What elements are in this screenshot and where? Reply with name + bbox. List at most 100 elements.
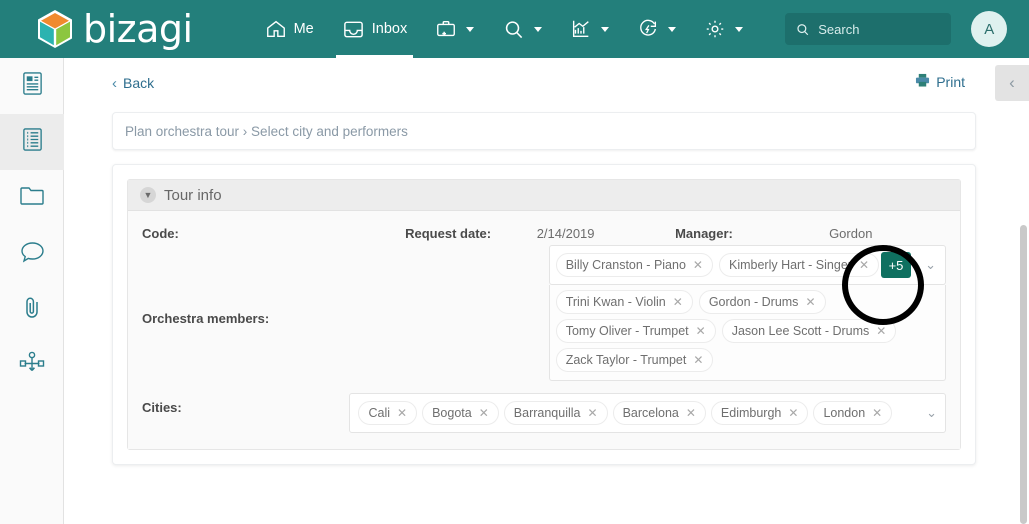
sidebar-item-process[interactable] xyxy=(0,338,64,394)
content-toolbar: ‹ Back Print ‹ xyxy=(64,58,1029,108)
chevron-down-icon[interactable] xyxy=(735,26,744,32)
member-tag-label: Kimberly Hart - Singer xyxy=(728,258,852,272)
bizagi-logo[interactable]: bizagi xyxy=(36,8,193,50)
city-tag[interactable]: Cali ✕ xyxy=(358,401,418,425)
request-date-value: 2/14/2019 xyxy=(536,226,595,241)
left-sidebar xyxy=(0,58,64,524)
search-icon xyxy=(795,22,810,37)
city-tag-label: Cali xyxy=(368,406,391,420)
process-icon xyxy=(19,351,45,381)
remove-tag-icon[interactable]: ✕ xyxy=(397,406,407,420)
city-tag[interactable]: Bogota ✕ xyxy=(422,401,499,425)
remove-tag-icon[interactable]: ✕ xyxy=(805,295,815,309)
member-tag[interactable]: Trini Kwan - Violin ✕ xyxy=(555,290,693,314)
member-tag-label: Tomy Oliver - Trumpet xyxy=(565,324,689,338)
cities-multiselect[interactable]: Cali ✕ Bogota ✕ Barranquilla ✕ Barcelona… xyxy=(349,393,946,433)
city-tag[interactable]: London ✕ xyxy=(813,401,893,425)
member-tag[interactable]: Jason Lee Scott - Drums ✕ xyxy=(721,319,897,343)
remove-tag-icon[interactable]: ✕ xyxy=(479,406,489,420)
form-card: ▼ Tour info Code: Request date: 2/14/201… xyxy=(112,164,976,465)
city-tag-label: London xyxy=(823,406,866,420)
tour-info-panel-header[interactable]: ▼ Tour info xyxy=(128,180,960,211)
avatar-initial: A xyxy=(984,20,995,38)
nav-item-me[interactable]: Me xyxy=(251,0,328,58)
breadcrumb-text: Plan orchestra tour › Select city and pe… xyxy=(125,123,408,139)
nav-item-settings[interactable] xyxy=(690,0,757,58)
gear-icon xyxy=(704,18,726,40)
avatar[interactable]: A xyxy=(971,11,1008,47)
home-icon xyxy=(265,18,287,40)
city-tag-label: Barcelona xyxy=(622,406,679,420)
bizagi-logo-mark xyxy=(36,8,74,50)
vertical-scrollbar[interactable] xyxy=(1020,225,1027,524)
field-row-members: Orchestra members: Billy Cranston - Pian… xyxy=(142,245,946,381)
nav-item-search[interactable] xyxy=(488,0,556,58)
nav-item-analytics[interactable] xyxy=(556,0,623,58)
search-icon xyxy=(502,18,525,41)
cities-input[interactable]: Cali ✕ Bogota ✕ Barranquilla ✕ Barcelona… xyxy=(349,393,946,433)
back-button[interactable]: ‹ Back xyxy=(112,75,154,91)
orchestra-members-multiselect[interactable]: Billy Cranston - Piano ✕ Kimberly Hart -… xyxy=(548,245,946,381)
collapse-panel-button[interactable]: ‹ xyxy=(995,65,1029,101)
chevron-down-icon[interactable] xyxy=(601,26,610,32)
city-tag[interactable]: Barranquilla ✕ xyxy=(503,401,608,425)
comment-icon xyxy=(20,240,45,269)
request-date-label: Request date: xyxy=(405,226,492,241)
member-tag[interactable]: Tomy Oliver - Trumpet ✕ xyxy=(555,319,716,343)
nav-item-me-label: Me xyxy=(293,21,314,37)
nav-item-inbox[interactable]: Inbox xyxy=(328,0,421,58)
member-tag[interactable]: Kimberly Hart - Singer ✕ xyxy=(718,253,879,277)
folder-icon xyxy=(19,184,45,212)
member-tag[interactable]: Zack Taylor - Trumpet ✕ xyxy=(555,348,714,372)
remove-tag-icon[interactable]: ✕ xyxy=(693,353,703,367)
remove-tag-icon[interactable]: ✕ xyxy=(673,295,683,309)
main-content: ‹ Back Print ‹ Plan orchestra tour › Sel… xyxy=(64,58,1029,524)
city-tag-label: Barranquilla xyxy=(513,406,581,420)
remove-tag-icon[interactable]: ✕ xyxy=(876,324,886,338)
sidebar-item-form[interactable] xyxy=(0,58,64,114)
search-input[interactable]: Search xyxy=(785,13,952,45)
member-tag-label: Gordon - Drums xyxy=(708,295,799,309)
remove-tag-icon[interactable]: ✕ xyxy=(872,406,882,420)
city-tag[interactable]: Edimburgh ✕ xyxy=(710,401,809,425)
attachment-icon xyxy=(21,295,43,325)
search-placeholder: Search xyxy=(818,21,860,37)
nav-item-refresh[interactable] xyxy=(623,0,690,58)
manager-value: Gordon xyxy=(829,226,873,241)
print-button[interactable]: Print xyxy=(915,73,965,90)
chevron-down-icon[interactable]: ⌄ xyxy=(926,405,937,421)
member-tag-label: Trini Kwan - Violin xyxy=(565,295,666,309)
orchestra-members-input[interactable]: Billy Cranston - Piano ✕ Kimberly Hart -… xyxy=(548,245,946,285)
city-tag[interactable]: Barcelona ✕ xyxy=(612,401,706,425)
sidebar-item-list[interactable] xyxy=(0,114,64,170)
chevron-down-icon[interactable] xyxy=(466,26,475,32)
overflow-count-badge[interactable]: +5 xyxy=(881,252,911,278)
print-button-label: Print xyxy=(936,73,965,90)
chevron-down-icon[interactable]: ▼ xyxy=(140,187,156,203)
member-tag[interactable]: Billy Cranston - Piano ✕ xyxy=(555,253,713,277)
chevron-down-icon[interactable] xyxy=(668,26,677,32)
sidebar-item-comments[interactable] xyxy=(0,226,64,282)
printer-icon xyxy=(915,73,930,90)
chevron-left-icon: ‹ xyxy=(112,74,117,92)
city-tag-label: Bogota xyxy=(432,406,472,420)
sidebar-item-attachments[interactable] xyxy=(0,282,64,338)
bizagi-logo-text: bizagi xyxy=(83,7,193,51)
sidebar-item-folder[interactable] xyxy=(0,170,64,226)
remove-tag-icon[interactable]: ✕ xyxy=(696,324,706,338)
remove-tag-icon[interactable]: ✕ xyxy=(588,406,598,420)
list-icon xyxy=(21,127,44,157)
nav-item-inbox-label: Inbox xyxy=(371,21,408,37)
member-tag[interactable]: Gordon - Drums ✕ xyxy=(698,290,826,314)
chevron-down-icon[interactable] xyxy=(534,26,543,32)
remove-tag-icon[interactable]: ✕ xyxy=(859,258,869,272)
member-tag-label: Zack Taylor - Trumpet xyxy=(565,353,687,367)
analytics-icon xyxy=(570,18,592,40)
new-case-icon xyxy=(435,18,457,40)
cities-label: Cities: xyxy=(142,400,182,415)
remove-tag-icon[interactable]: ✕ xyxy=(693,258,703,272)
remove-tag-icon[interactable]: ✕ xyxy=(686,406,696,420)
chevron-down-icon[interactable]: ⌄ xyxy=(925,257,936,273)
nav-item-new-case[interactable] xyxy=(421,0,488,58)
remove-tag-icon[interactable]: ✕ xyxy=(788,406,798,420)
